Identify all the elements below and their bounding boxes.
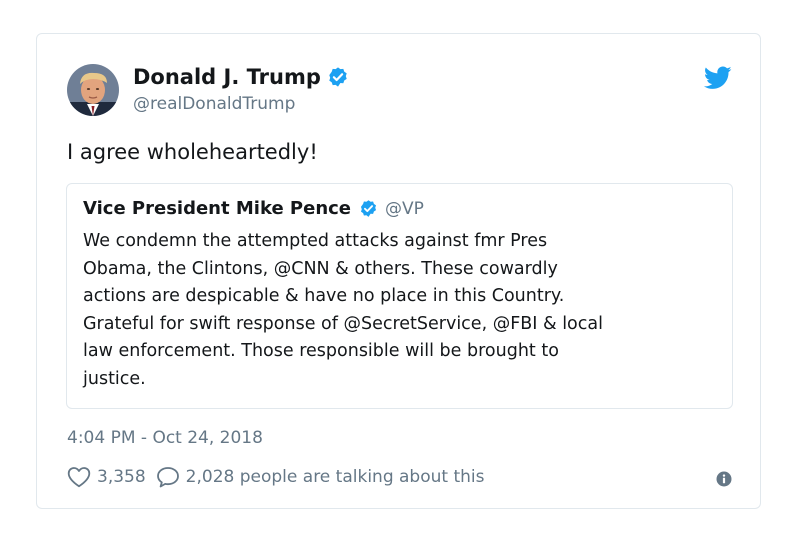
twitter-bird-icon[interactable] — [703, 66, 732, 90]
quoted-tweet-text: We condemn the attempted attacks against… — [83, 228, 723, 393]
quoted-tweet-line: We condemn the attempted attacks against… — [83, 231, 548, 251]
verified-badge-icon — [359, 199, 378, 218]
quoted-author-handle: @VP — [385, 198, 424, 219]
quoted-author-name: Vice President Mike Pence — [83, 198, 352, 219]
embedded-tweet-card: Donald J. Trump @realDonaldTrump I agree… — [36, 33, 761, 509]
quoted-tweet-header: Vice President Mike Pence @VP — [83, 198, 424, 219]
quoted-tweet-line: actions are despicable & have no place i… — [83, 286, 565, 306]
heart-icon — [67, 466, 91, 488]
verified-badge-icon — [327, 66, 349, 88]
speech-bubble-icon — [156, 466, 180, 488]
quoted-tweet-line: law enforcement. Those responsible will … — [83, 341, 559, 361]
author-handle[interactable]: @realDonaldTrump — [133, 94, 295, 114]
info-icon[interactable] — [716, 471, 732, 487]
quoted-tweet-line: justice. — [83, 368, 146, 389]
quoted-tweet-line: Obama, the Clintons, @CNN & others. Thes… — [83, 258, 558, 279]
conversation-text: 2,028 people are talking about this — [185, 467, 485, 487]
tweet-timestamp[interactable]: 4:04 PM - Oct 24, 2018 — [67, 428, 263, 448]
tweet-text: I agree wholeheartedly! — [67, 140, 318, 164]
quoted-tweet-line: Grateful for swift response of @SecretSe… — [83, 313, 603, 334]
quoted-tweet[interactable]: Vice President Mike Pence @VP We condemn… — [66, 183, 733, 409]
author-name-row[interactable]: Donald J. Trump — [133, 65, 349, 89]
tweet-actions: 3,358 2,028 people are talking about thi… — [67, 466, 494, 488]
conversation-link[interactable]: 2,028 people are talking about this — [156, 466, 485, 488]
like-button[interactable]: 3,358 — [67, 466, 146, 488]
like-count: 3,358 — [97, 467, 146, 487]
author-name[interactable]: Donald J. Trump — [133, 65, 321, 89]
author-avatar[interactable] — [67, 64, 119, 116]
